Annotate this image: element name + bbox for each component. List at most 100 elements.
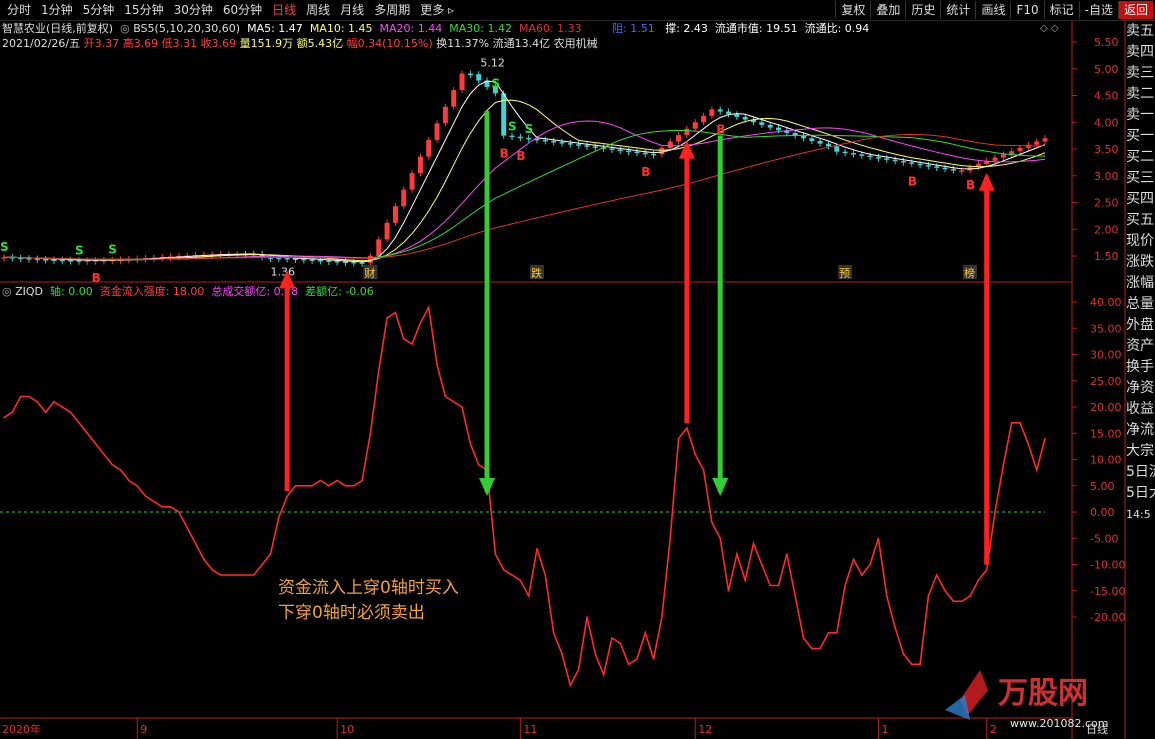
side-item-0[interactable]: 卖五 (1126, 21, 1155, 42)
inflow-point (311, 485, 313, 487)
side-item-1[interactable]: 卖四 (1126, 42, 1155, 63)
inflow-point (261, 563, 264, 566)
indicator-tick-label: 0.00 (1090, 506, 1115, 519)
inflow-point (44, 411, 47, 414)
inflow-point (919, 663, 921, 666)
side-item-5[interactable]: 买一 (1126, 126, 1155, 147)
candle-body (825, 143, 831, 147)
inflow-point (902, 653, 905, 655)
chart-area[interactable]: 5.121.36 财跌预榜S SBSSS SB BBBB B 5.505.004.504.… (0, 0, 1126, 739)
inflow-point (402, 338, 405, 340)
side-item-10[interactable]: 现价 (1126, 231, 1155, 252)
side-item-7[interactable]: 买三 (1126, 168, 1155, 189)
side-item-9[interactable]: 买五 (1126, 210, 1155, 231)
side-item-15[interactable]: 资产 (1126, 336, 1155, 357)
candle-body (542, 139, 548, 142)
inflow-point (369, 432, 372, 435)
signal-sell: S (525, 122, 534, 136)
inflow-point (569, 684, 572, 687)
side-item-17[interactable]: 净资 (1126, 378, 1155, 399)
candle-body (676, 135, 682, 142)
inflow-point (911, 663, 913, 666)
sell-arrow-1-head (712, 478, 729, 496)
candle-body (51, 259, 57, 261)
inflow-point (69, 411, 72, 414)
signal-buy: B (516, 149, 525, 163)
inflow-point (1019, 422, 1021, 424)
arrow-layer (279, 110, 995, 565)
inflow-point (694, 453, 696, 456)
side-item-4[interactable]: 卖一 (1126, 105, 1155, 126)
candle-body (459, 73, 465, 91)
side-item-8[interactable]: 买四 (1126, 189, 1155, 210)
candle-body (401, 189, 407, 207)
candle-body (834, 146, 840, 152)
inflow-point (827, 632, 830, 634)
inflow-point (228, 574, 230, 576)
candle-body (43, 259, 49, 261)
price-tick-label: 1.50 (1094, 250, 1119, 263)
candle-body (734, 114, 740, 117)
candle-body (850, 153, 856, 155)
candle-body (509, 135, 515, 138)
candle-body (392, 206, 398, 223)
inflow-point (536, 548, 538, 550)
side-item-21[interactable]: 5日流 (1126, 462, 1155, 483)
month-label: 12 (698, 723, 712, 736)
price-tick-label: 4.50 (1094, 90, 1119, 103)
side-item-22[interactable]: 5日大 (1126, 483, 1155, 504)
inflow-point (61, 406, 64, 408)
inflow-point (386, 317, 388, 319)
inflow-point (278, 516, 280, 519)
candle-body (992, 157, 998, 161)
candle-body (426, 139, 432, 157)
indicator-tick-label: -5.00 (1090, 532, 1118, 545)
side-item-18[interactable]: 收益 (1126, 399, 1155, 420)
side-item-12[interactable]: 涨幅 (1126, 273, 1155, 294)
side-item-19[interactable]: 净流 (1126, 420, 1155, 441)
candle-body (659, 147, 665, 155)
inflow-point (602, 674, 605, 676)
candle-body (884, 158, 890, 160)
inflow-point (28, 395, 30, 398)
side-item-3[interactable]: 卖二 (1126, 84, 1155, 105)
price-tick-label: 5.50 (1094, 36, 1119, 49)
price-tick-label: 4.00 (1094, 116, 1119, 129)
inflow-point (294, 485, 297, 487)
inflow-point (344, 485, 347, 487)
candle-body (759, 122, 765, 125)
side-item-14[interactable]: 外盘 (1126, 315, 1155, 336)
inflow-point (836, 632, 838, 634)
side-item-11[interactable]: 涨跌 (1126, 252, 1155, 273)
candle-body (684, 128, 690, 136)
ma20-line (3, 120, 1046, 260)
inflow-point (419, 322, 422, 324)
inflow-point (927, 595, 930, 597)
candle-body (1000, 154, 1006, 158)
side-item-2[interactable]: 卖三 (1126, 63, 1155, 84)
inflow-point (985, 569, 988, 571)
inflow-point (153, 500, 155, 503)
side-item-6[interactable]: 买二 (1126, 147, 1155, 168)
candle-body (767, 124, 773, 128)
indicator-tick-label: 20.00 (1090, 401, 1122, 414)
candle-body (692, 122, 698, 129)
candle-body (376, 239, 382, 256)
candle-body (651, 153, 657, 156)
high-price-marker: 5.12 (480, 56, 505, 69)
side-item-13[interactable]: 总量 (1126, 294, 1155, 315)
candle-body (950, 169, 956, 171)
inflow-point (286, 495, 289, 498)
low-price-marker: 1.36 (270, 265, 295, 278)
inflow-point (477, 464, 480, 466)
inflow-strength-line (3, 304, 1046, 688)
inflow-point (353, 485, 355, 487)
side-item-20[interactable]: 大宗 (1126, 441, 1155, 462)
side-item-23[interactable]: 14:5 (1126, 504, 1155, 525)
indicator-tick-label: 40.00 (1090, 296, 1122, 309)
inflow-point (761, 563, 763, 566)
candle-body (551, 140, 557, 143)
inflow-point (752, 542, 755, 545)
side-item-16[interactable]: 换手 (1126, 357, 1155, 378)
annotation-line-1: 资金流入上穿0轴时买入 (278, 578, 459, 598)
